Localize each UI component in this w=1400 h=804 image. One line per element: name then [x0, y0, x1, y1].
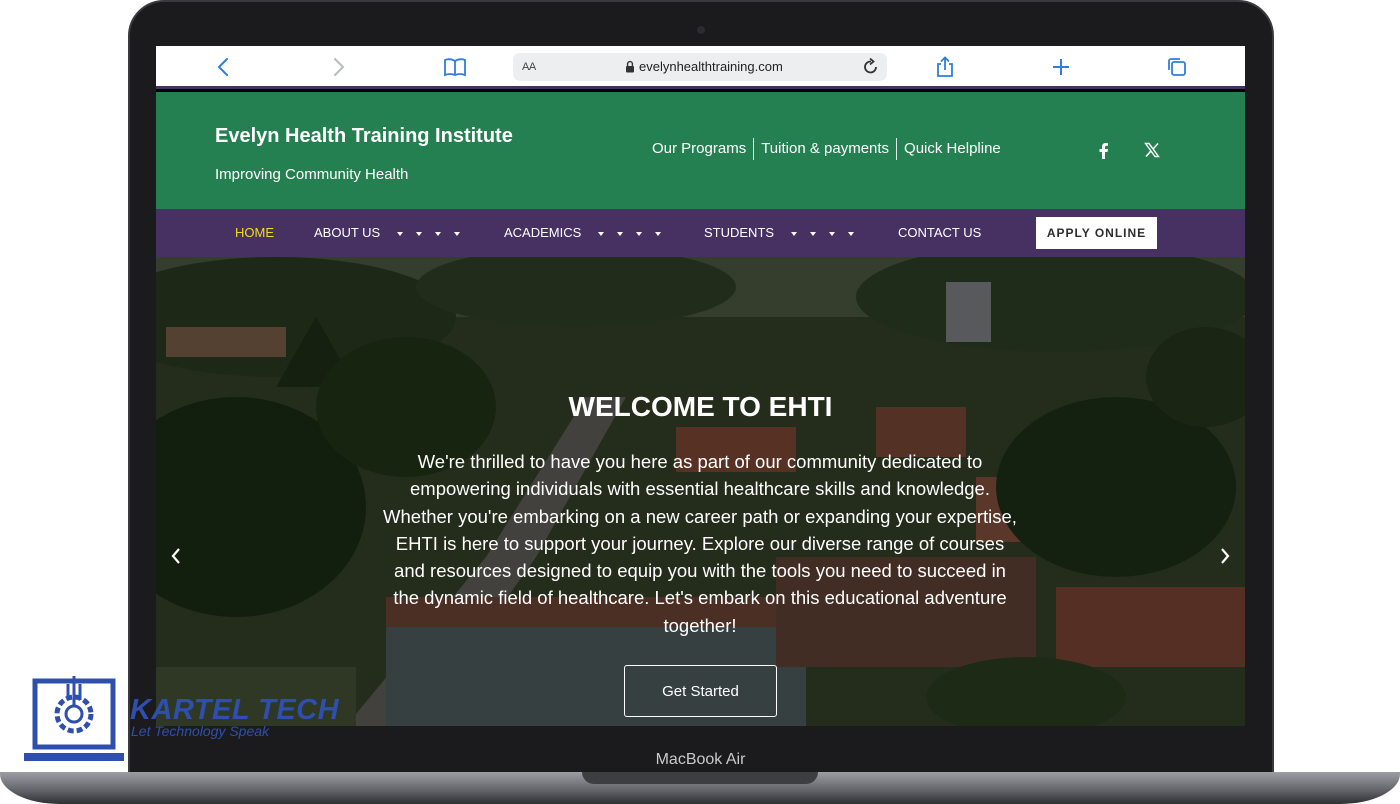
- apply-online-button[interactable]: APPLY ONLINE: [1036, 217, 1157, 249]
- chevron-down-icon: [828, 231, 835, 236]
- chevron-down-icon: [597, 231, 604, 236]
- nav-home[interactable]: HOME: [235, 225, 274, 240]
- back-icon[interactable]: [211, 56, 235, 78]
- text-size-button[interactable]: AA: [522, 61, 536, 73]
- top-link-tuition[interactable]: Tuition & payments: [753, 138, 896, 160]
- nav-students[interactable]: STUDENTS: [704, 225, 854, 240]
- reload-icon[interactable]: [861, 57, 881, 77]
- laptop-screen: AA evelynhealthtraining.com Evelyn Healt…: [156, 46, 1245, 726]
- chevron-down-icon: [635, 231, 642, 236]
- chevron-down-icon: [847, 231, 854, 236]
- chevron-down-icon: [790, 231, 797, 236]
- nav-about-us[interactable]: ABOUT US: [314, 225, 460, 240]
- bookmarks-icon[interactable]: [443, 56, 467, 78]
- forward-icon[interactable]: [327, 56, 351, 78]
- hero-title: WELCOME TO EHTI: [568, 391, 833, 422]
- nav-about-label: ABOUT US: [314, 225, 381, 240]
- nav-academics-label: ACADEMICS: [504, 225, 582, 240]
- chevron-down-icon: [616, 231, 623, 236]
- new-tab-icon[interactable]: [1049, 56, 1073, 78]
- browser-toolbar: AA evelynhealthtraining.com: [156, 46, 1245, 89]
- chevron-down-icon: [809, 231, 816, 236]
- get-started-button[interactable]: Get Started: [624, 665, 777, 717]
- slider-prev-icon[interactable]: [166, 544, 186, 568]
- watermark-tagline: Let Technology Speak: [131, 723, 270, 739]
- device-label: MacBook Air: [655, 751, 746, 768]
- share-icon[interactable]: [933, 56, 957, 78]
- site-title[interactable]: Evelyn Health Training Institute: [215, 125, 513, 148]
- top-link-helpline[interactable]: Quick Helpline: [896, 138, 1008, 160]
- tabs-icon[interactable]: [1165, 56, 1189, 78]
- x-icon[interactable]: [1144, 142, 1160, 158]
- address-bar[interactable]: AA evelynhealthtraining.com: [513, 53, 887, 81]
- lock-icon: [626, 60, 634, 73]
- main-navigation: HOME ABOUT US ACADEMICS STUDENTS CONTACT…: [156, 209, 1245, 257]
- top-link-programs[interactable]: Our Programs: [645, 138, 753, 160]
- chevron-down-icon: [654, 231, 661, 236]
- hero-text: We're thrilled to have you here as part …: [383, 451, 1017, 636]
- url-text: evelynhealthtraining.com: [639, 59, 783, 74]
- nav-home-label: HOME: [235, 225, 274, 240]
- kartel-tech-logo: [24, 676, 124, 761]
- slider-next-icon[interactable]: [1215, 544, 1235, 568]
- facebook-icon[interactable]: [1096, 142, 1110, 160]
- site-header: Evelyn Health Training Institute Improvi…: [156, 92, 1245, 209]
- nav-contact-us[interactable]: CONTACT US: [898, 225, 981, 240]
- nav-students-label: STUDENTS: [704, 225, 775, 240]
- camera-icon: [697, 26, 705, 34]
- nav-contact-label: CONTACT US: [898, 225, 982, 240]
- chevron-down-icon: [453, 231, 460, 236]
- chevron-down-icon: [434, 231, 441, 236]
- top-links: Our Programs Tuition & payments Quick He…: [645, 138, 1008, 160]
- chevron-down-icon: [396, 231, 403, 236]
- site-tagline: Improving Community Health: [215, 166, 409, 183]
- chevron-down-icon: [415, 231, 422, 236]
- nav-academics[interactable]: ACADEMICS: [504, 225, 661, 240]
- hero-slider: WELCOME TO EHTI We're thrilled to have y…: [156, 257, 1245, 726]
